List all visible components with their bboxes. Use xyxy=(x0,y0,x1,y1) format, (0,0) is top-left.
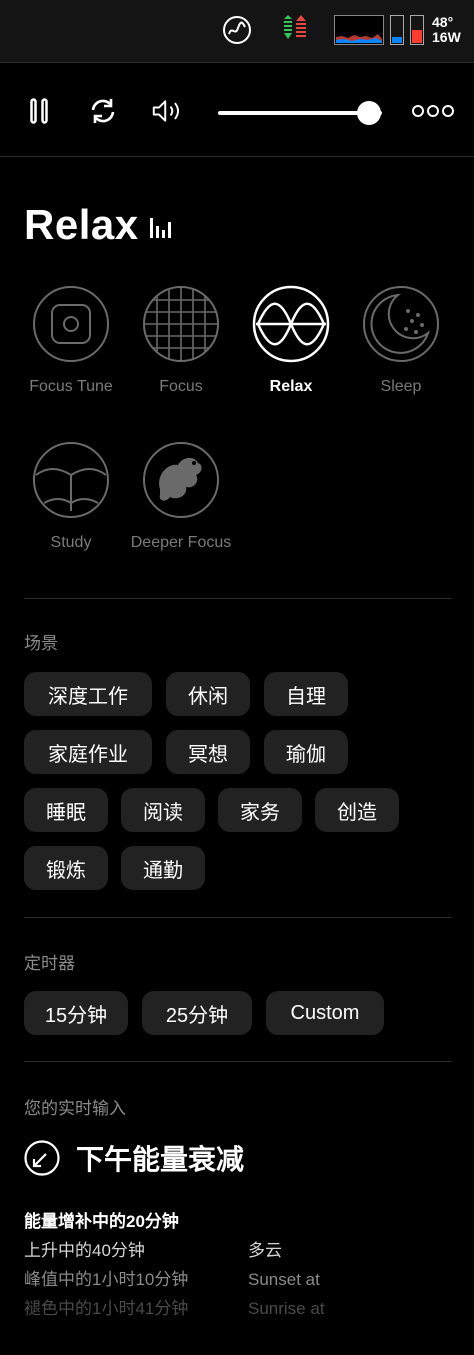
scene-chip[interactable]: 睡眠 xyxy=(24,788,108,832)
power-value: 16W xyxy=(432,29,461,45)
energy-insight-header: 下午能量衰减 xyxy=(24,1138,244,1178)
mode-deeper-focus[interactable]: Deeper Focus xyxy=(126,441,236,554)
menu-bar: 48° 16W xyxy=(0,0,474,62)
mode-sleep[interactable]: Sleep xyxy=(346,285,456,398)
grid-icon xyxy=(143,286,219,362)
energy-insight-title: 下午能量衰减 xyxy=(76,1144,245,1175)
player-controls xyxy=(0,63,474,157)
mode-study[interactable]: Study xyxy=(16,441,126,554)
timer-custom-button[interactable]: Custom xyxy=(266,991,384,1035)
scene-chip[interactable]: 阅读 xyxy=(121,788,205,832)
sunrise-line: Sunrise at xyxy=(248,1299,325,1318)
timer-label: 定时器 xyxy=(24,954,75,973)
scene-chip[interactable]: 锻炼 xyxy=(24,846,108,890)
scene-chip[interactable]: 冥想 xyxy=(166,730,250,774)
scenes-label: 场景 xyxy=(24,634,58,653)
mode-label: Study xyxy=(50,534,92,551)
divider xyxy=(24,598,452,599)
temperature-value: 48° xyxy=(432,14,454,30)
scene-chip[interactable]: 家庭作业 xyxy=(24,730,152,774)
wave-icon xyxy=(252,285,330,363)
app-panel: Relax Focus Tune Focus Relax Sleep Study… xyxy=(0,62,474,1355)
mode-relax[interactable]: Relax xyxy=(236,285,346,398)
volume-slider-handle[interactable] xyxy=(356,101,381,125)
speaker-icon xyxy=(152,100,179,122)
sunset-line: Sunset at xyxy=(248,1270,320,1289)
refresh-icon xyxy=(91,99,115,123)
cpu-graph-icon[interactable] xyxy=(334,15,384,45)
insight-label: 您的实时输入 xyxy=(24,1099,126,1118)
scene-chip[interactable]: 深度工作 xyxy=(24,672,152,716)
dragon-icon xyxy=(143,442,219,518)
mode-focus[interactable]: Focus xyxy=(126,285,236,398)
focus-tune-icon xyxy=(33,286,109,362)
battery-gauge-icon[interactable] xyxy=(390,15,404,45)
scene-chip[interactable]: 家务 xyxy=(218,788,302,832)
energy-gauge-icon xyxy=(24,1140,60,1176)
scene-chip[interactable]: 休闲 xyxy=(166,672,250,716)
energy-phase-line: 褪色中的1小时41分钟 xyxy=(24,1299,189,1318)
power-gauge-icon[interactable] xyxy=(410,15,424,45)
mode-label: Focus Tune xyxy=(29,378,113,395)
energy-phase-line: 上升中的40分钟 xyxy=(24,1241,145,1260)
sensor-readout[interactable]: 48° 16W xyxy=(432,15,461,45)
mode-label: Focus xyxy=(159,378,203,395)
scene-chip[interactable]: 通勤 xyxy=(121,846,205,890)
volume-button[interactable] xyxy=(152,96,182,126)
mode-label: Sleep xyxy=(380,378,422,395)
weather-line: 多云 xyxy=(248,1241,282,1260)
scene-chip[interactable]: 自理 xyxy=(264,672,348,716)
network-arrows-icon[interactable] xyxy=(280,15,310,45)
mode-label: Relax xyxy=(269,378,313,395)
equalizer-bars-icon xyxy=(149,218,171,238)
scene-chip[interactable]: 瑜伽 xyxy=(264,730,348,774)
divider xyxy=(24,917,452,918)
energy-phase-line: 峰值中的1小时10分钟 xyxy=(24,1270,189,1289)
energy-phase-line: 能量增补中的20分钟 xyxy=(24,1212,179,1231)
shuffle-button[interactable] xyxy=(88,96,118,126)
mode-header: Relax xyxy=(24,201,173,249)
app-logo-icon[interactable] xyxy=(222,15,252,45)
book-icon xyxy=(33,442,109,518)
moon-icon xyxy=(363,286,439,362)
pause-icon xyxy=(30,98,48,124)
mode-focus-tune[interactable]: Focus Tune xyxy=(16,285,126,398)
mode-label: Deeper Focus xyxy=(130,534,232,551)
more-dots-icon xyxy=(412,105,454,117)
page-title: Relax xyxy=(24,201,139,248)
divider xyxy=(24,1061,452,1062)
scene-chip[interactable]: 创造 xyxy=(315,788,399,832)
pause-button[interactable] xyxy=(24,96,54,126)
timer-15-button[interactable]: 15分钟 xyxy=(24,991,128,1035)
timer-25-button[interactable]: 25分钟 xyxy=(142,991,252,1035)
more-options-button[interactable] xyxy=(410,96,456,126)
